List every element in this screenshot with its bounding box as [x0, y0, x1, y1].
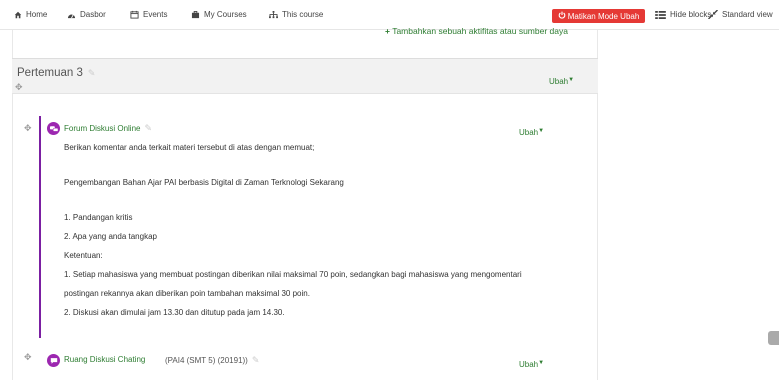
forum-activity[interactable]: Forum Diskusi Online ✎	[64, 123, 152, 134]
briefcase-icon	[191, 10, 200, 19]
sitemap-icon	[269, 10, 278, 19]
caret-down-icon: ▼	[538, 360, 545, 366]
forum-icon	[47, 122, 60, 135]
forum-move-icon[interactable]: ✥	[24, 123, 32, 134]
nav-dashboard[interactable]: Dasbor	[67, 10, 106, 19]
forum-description-line: 1. Pandangan kritis	[64, 213, 133, 222]
forum-description-line: 1. Setiap mahasiswa yang membuat posting…	[64, 270, 522, 279]
forum-description-line: Berikan komentar anda terkait materi ter…	[64, 143, 315, 152]
home-icon	[14, 11, 22, 19]
dashboard-icon	[67, 11, 76, 19]
toggle-edit-mode-button[interactable]: Matikan Mode Ubah	[552, 9, 645, 23]
edit-title-pencil-icon[interactable]: ✎	[88, 68, 96, 79]
activity-highlight-bar	[39, 116, 41, 338]
forum-description-line: 2. Diskusi akan dimulai jam 13.30 dan di…	[64, 308, 285, 317]
nav-events[interactable]: Events	[130, 10, 167, 19]
section-edit-menu[interactable]: Ubah▼	[549, 77, 574, 86]
section-header	[12, 58, 598, 94]
nav-my-courses[interactable]: My Courses	[191, 10, 247, 19]
forum-description-line: postingan rekannya akan diberikan poin t…	[64, 289, 310, 298]
block-drawer-toggle[interactable]	[768, 331, 779, 345]
caret-down-icon: ▼	[568, 77, 575, 83]
forum-description-line: Pengembangan Bahan Ajar PAI berbasis Dig…	[64, 178, 344, 187]
chat-move-icon[interactable]: ✥	[24, 352, 32, 363]
forum-description-line: 2. Apa yang anda tangkap	[64, 232, 157, 241]
forum-edit-menu[interactable]: Ubah▼	[519, 128, 544, 137]
chat-icon	[47, 354, 60, 367]
section-move-icon[interactable]: ✥	[15, 82, 23, 93]
chat-activity[interactable]: Ruang Diskusi Chating	[64, 355, 145, 364]
chat-group-label: (PAI4 (SMT 5) (20191)) ✎	[165, 355, 260, 366]
forum-description-line: Ketentuan:	[64, 251, 103, 260]
calendar-icon	[130, 10, 139, 19]
standard-view-button[interactable]: Standard view	[708, 10, 773, 19]
caret-down-icon: ▼	[538, 128, 545, 134]
top-navbar: Home Dasbor Events My Courses This cours…	[0, 0, 779, 30]
add-activity-link[interactable]: + Tambahkan sebuah aktifitas atau sumber…	[385, 28, 568, 38]
hide-blocks-button[interactable]: Hide blocks	[655, 10, 711, 19]
list-icon	[655, 10, 666, 19]
nav-home[interactable]: Home	[14, 10, 47, 19]
edit-forum-pencil-icon[interactable]: ✎	[144, 123, 152, 134]
plus-icon: +	[385, 28, 390, 36]
edit-chat-pencil-icon[interactable]: ✎	[252, 355, 260, 366]
compress-icon	[708, 10, 718, 19]
nav-this-course[interactable]: This course	[269, 10, 323, 19]
section-title: Pertemuan 3 ✎	[17, 67, 96, 79]
power-icon	[558, 11, 566, 21]
chat-edit-menu[interactable]: Ubah▼	[519, 360, 544, 369]
